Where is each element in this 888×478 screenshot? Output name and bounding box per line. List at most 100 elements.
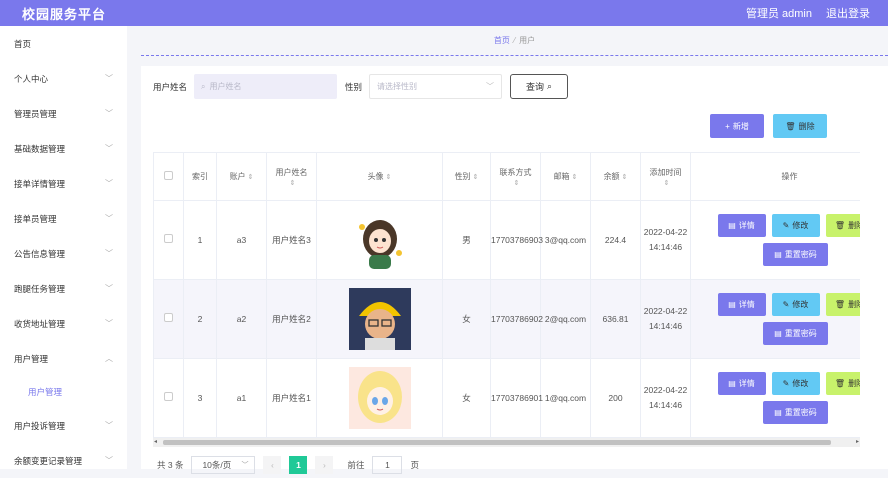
chevron-down-icon: ﹀ [105,421,113,430]
row-checkbox[interactable] [153,358,184,438]
sort-icon: ⇕ [513,179,520,187]
trash-icon: 🗑 [834,300,846,309]
edit-button[interactable]: ✎ 修改 [771,372,820,395]
search-icon: ⌕ [547,81,553,91]
col-phone[interactable]: 联系方式 ⇕ [490,152,541,201]
table-row: 1 a3 用户姓名3 男 17703786903 3@qq.com 224.4 … [153,200,860,280]
col-ops: 操作 [690,152,860,201]
row-delete-button[interactable]: 🗑删除 [825,293,860,316]
sidebar-item-users[interactable]: 用户管理 ︿ [0,341,127,376]
sidebar-item-home[interactable]: 首页 [0,26,127,61]
sort-icon: ⇕ [247,174,254,181]
document-icon: ▤ [728,221,736,230]
col-avatar[interactable]: 头像 ⇕ [316,152,443,201]
trash-icon: 🗑 [785,121,796,131]
row-actions: ▤详情 ✎修改 🗑删除 ▤重置密码 [690,200,860,280]
breadcrumb-current: 用户 [519,36,536,45]
sidebar-item-base-data[interactable]: 基础数据管理 ﹀ [0,131,127,166]
avatar-image [348,288,411,350]
edit-button[interactable]: ✎ 修改 [771,293,820,316]
pencil-icon: ✎ [782,300,790,309]
reset-password-button[interactable]: ▤ 重置密码 [763,401,828,424]
gender-select[interactable]: 请选择性别 ﹀ [369,74,503,99]
breadcrumb-separator: ⁄ [513,36,516,45]
document-icon: ▤ [774,250,782,259]
chevron-down-icon: ﹀ [105,284,113,293]
sort-icon: ⇕ [385,174,392,181]
chevron-down-icon: ﹀ [105,249,113,258]
top-bar: 校园服务平台 管理员 admin 退出登录 [0,0,888,26]
page-size-select[interactable]: 10条/页 ﹀ [191,456,256,474]
col-balance[interactable]: 余额 ⇕ [590,152,641,201]
breadcrumb-home[interactable]: 首页 [494,35,510,46]
chevron-down-icon: ﹀ [105,214,113,223]
detail-button[interactable]: ▤ 详情 [717,372,766,395]
row-checkbox[interactable] [153,200,184,280]
sidebar-item-complaints[interactable]: 用户投诉管理 ﹀ [0,408,127,443]
document-icon: ▤ [728,300,736,309]
sidebar-item-admins[interactable]: 管理员管理 ﹀ [0,96,127,131]
query-button[interactable]: 查询 ⌕ [510,74,569,99]
col-account[interactable]: 账户 ⇕ [216,152,267,201]
col-email[interactable]: 邮箱 ⇕ [540,152,591,201]
delete-button[interactable]: 🗑 删除 [773,114,827,138]
logout-link[interactable]: 退出登录 [826,5,870,21]
prev-page-button[interactable]: ‹ [263,456,282,474]
col-gender[interactable]: 性别 ⇕ [442,152,491,201]
row-checkbox[interactable] [153,279,184,359]
document-icon: ▤ [774,329,782,338]
sidebar-item-addresses[interactable]: 收货地址管理 ﹀ [0,306,127,341]
row-actions: ▤详情 ✎修改 🗑删除 ▤重置密码 [690,279,860,359]
sort-icon: ⇕ [472,174,479,181]
row-actions: ▤详情 ✎修改 🗑删除 ▤重置密码 [690,358,860,438]
sidebar-item-profile[interactable]: 个人中心 ﹀ [0,61,127,96]
sidebar-item-notices[interactable]: 公告信息管理 ﹀ [0,236,127,271]
sort-icon: ⇕ [289,179,296,187]
col-index: 索引 [183,152,217,201]
pencil-icon: ✎ [782,379,790,388]
reset-password-button[interactable]: ▤ 重置密码 [763,322,828,345]
sidebar-item-balance-log[interactable]: 余额变更记录管理 ﹀ [0,443,127,478]
detail-button[interactable]: ▤ 详情 [717,293,766,316]
select-all-checkbox[interactable] [153,152,184,201]
total-count: 共 3 条 [157,460,184,470]
sidebar-item-errands[interactable]: 跑腿任务管理 ﹀ [0,271,127,306]
avatar-image [348,367,411,429]
col-name[interactable]: 用户姓名 ⇕ [266,152,317,201]
admin-label: 管理员 admin [745,8,812,20]
page-unit: 页 [410,460,419,470]
chevron-down-icon: ﹀ [105,74,113,83]
edit-button[interactable]: ✎ 修改 [771,214,820,237]
scroll-left-icon[interactable]: ◂ [154,438,157,445]
avatar [316,279,443,359]
breadcrumb: 首页 ⁄ 用户 [141,26,888,56]
name-search-input[interactable]: ⌕ 用户姓名 [194,74,338,99]
scrollbar-thumb[interactable] [163,440,831,445]
horizontal-scrollbar[interactable]: ◂ ▸ [153,438,860,447]
chevron-down-icon: ﹀ [105,319,113,328]
search-bar: 用户姓名 ⌕ 用户姓名 性别 请选择性别 ﹀ 查询 ⌕ [153,74,569,99]
sidebar-item-order-details[interactable]: 接单详情管理 ﹀ [0,166,127,201]
chevron-down-icon: ﹀ [105,179,113,188]
reset-password-button[interactable]: ▤ 重置密码 [763,243,828,266]
row-delete-button[interactable]: 🗑删除 [825,214,860,237]
col-created[interactable]: 添加时间 ⇕ [640,152,691,201]
trash-icon: 🗑 [834,379,846,388]
table-row: 2 a2 用户姓名2 女 17703786902 2@qq.com 636.81… [153,279,860,359]
row-delete-button[interactable]: 🗑删除 [825,372,860,395]
detail-button[interactable]: ▤ 详情 [717,214,766,237]
sort-icon: ⇕ [663,179,670,187]
goto-label: 前往 [347,460,365,470]
page-number[interactable]: 1 [289,456,308,474]
goto-page-input[interactable]: 1 [372,456,403,474]
chevron-up-icon: ︿ [105,354,113,363]
content-panel: 用户姓名 ⌕ 用户姓名 性别 请选择性别 ﹀ 查询 ⌕ + 新增 🗑 删除 索引… [141,66,888,474]
name-label: 用户姓名 [153,81,188,92]
sidebar-subitem-users[interactable]: 用户管理 [0,376,127,408]
next-page-button[interactable]: › [315,456,334,474]
scroll-right-icon[interactable]: ▸ [856,438,859,445]
table-header-row: 索引 账户 ⇕ 用户姓名 ⇕ 头像 ⇕ 性别 ⇕ 联系方式 ⇕ 邮箱 ⇕ 余额 ⇕ 添加时间 ⇕… [153,152,860,201]
add-button[interactable]: + 新增 [710,114,764,138]
chevron-down-icon: ﹀ [486,82,495,91]
sidebar-item-couriers[interactable]: 接单员管理 ﹀ [0,201,127,236]
